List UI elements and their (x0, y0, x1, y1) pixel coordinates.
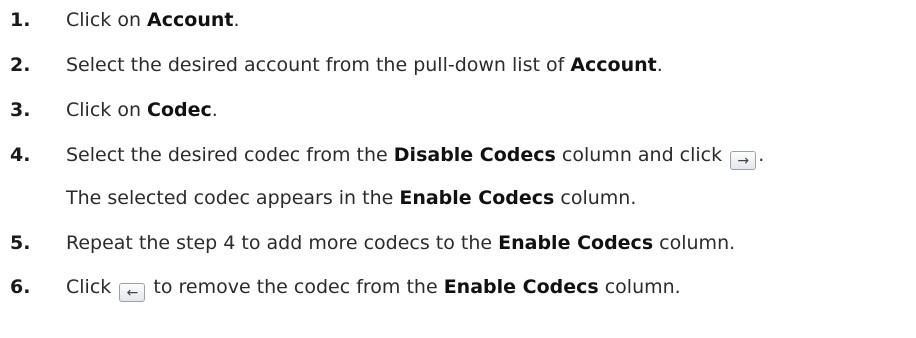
step-text: Click on (66, 9, 148, 31)
ui-term-disable-codecs: Disable Codecs (393, 144, 556, 166)
ui-term-enable-codecs: Enable Codecs (443, 276, 599, 298)
step-number: 6. (10, 276, 31, 298)
step-number: 1. (10, 9, 31, 31)
step-text: Click on (66, 99, 148, 121)
ui-term-enable-codecs: Enable Codecs (399, 187, 555, 209)
ui-term-enable-codecs: Enable Codecs (498, 232, 654, 254)
step-number: 5. (10, 232, 31, 254)
ui-term-account: Account (147, 9, 234, 31)
step-text: Repeat the step 4 to add more codecs to … (66, 232, 499, 254)
step-text: Select the desired codec from the (66, 144, 394, 166)
arrow-right-icon: → (730, 151, 757, 170)
step-number: 2. (10, 54, 31, 76)
step-text: Select the desired account from the pull… (66, 54, 571, 76)
step-text: Click (66, 276, 118, 298)
arrow-left-icon: ← (119, 283, 146, 302)
step-number: 4. (10, 144, 31, 166)
instructions-document: 1. Click on Account. 2. Select the desir… (10, 9, 765, 302)
ui-term-codec: Codec (147, 99, 212, 121)
step-number: 3. (10, 99, 31, 121)
note-text: The selected codec appears in the (66, 187, 400, 209)
ui-term-account: Account (570, 54, 657, 76)
